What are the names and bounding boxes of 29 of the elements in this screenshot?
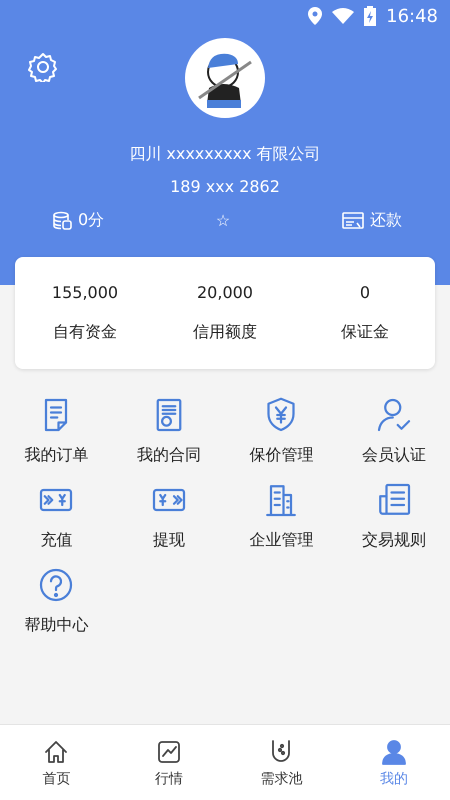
amount-label: 信用额度 — [192, 322, 258, 343]
menu-item[interactable]: 企业管理 — [249, 530, 314, 551]
menu-item[interactable]: 交易规则 — [362, 530, 426, 551]
tab[interactable]: 需求池 — [225, 725, 338, 800]
amount-value: 155,000 — [50, 283, 120, 302]
battery-icon — [364, 6, 376, 26]
avatar[interactable] — [185, 38, 265, 118]
menu-item[interactable]: 会员认证 — [362, 445, 426, 466]
menu-item[interactable]: 我的订单 — [24, 445, 88, 466]
tab[interactable]: 行情 — [112, 725, 225, 800]
tab[interactable]: 首页 — [0, 725, 112, 800]
amount-label: 自有资金 — [52, 322, 118, 343]
amount-label: 保证金 — [340, 322, 390, 343]
amount-value: 20,000 — [196, 283, 254, 302]
menu-item[interactable]: 提现 — [152, 530, 185, 551]
person-icon — [380, 738, 408, 766]
phone-number: 189 xxx 2862 — [169, 177, 281, 196]
menu-item[interactable]: 我的合同 — [136, 445, 201, 466]
settings-icon[interactable] — [28, 52, 58, 82]
coins-icon — [52, 210, 72, 230]
company-name: 四川 xxxxxxxxx 有限公司 — [128, 144, 322, 165]
menu-item[interactable]: 保价管理 — [249, 445, 314, 466]
amount-value: 0 — [358, 283, 372, 302]
clock: 16:48 — [386, 6, 438, 26]
card-icon — [342, 212, 364, 230]
menu-item[interactable]: 帮助中心 — [24, 615, 88, 636]
menu-item[interactable]: 充值 — [40, 530, 72, 551]
wifi-icon — [332, 8, 354, 24]
location-icon — [308, 7, 322, 25]
